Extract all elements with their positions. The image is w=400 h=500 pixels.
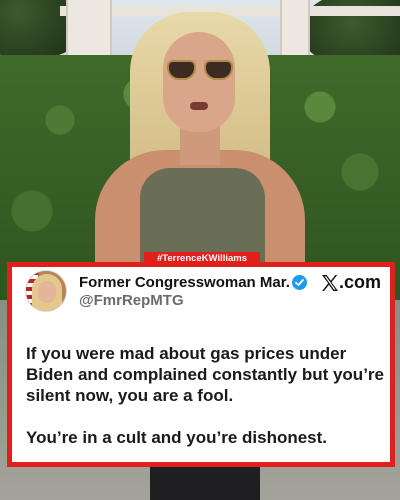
person-face (163, 32, 235, 132)
verified-badge-icon (292, 275, 307, 290)
avatar-face (38, 281, 56, 303)
author-handle[interactable]: @FmrRepMTG (79, 292, 184, 309)
person-mouth (190, 102, 208, 110)
sunglasses (167, 60, 233, 80)
sunglasses-lens (167, 60, 196, 80)
x-logo-icon (322, 275, 338, 291)
sunglasses-lens (204, 60, 233, 80)
tweet-body-paragraph: If you were mad about gas prices under B… (26, 344, 384, 405)
tweet-body-paragraph: You’re in a cult and you’re dishonest. (26, 428, 328, 447)
hashtag-banner: #TerrenceKWilliams (144, 252, 260, 265)
author-display-name[interactable]: Former Congresswoman Mar... (79, 274, 289, 291)
site-domain-label: .com (339, 272, 382, 292)
author-avatar[interactable] (25, 270, 67, 312)
